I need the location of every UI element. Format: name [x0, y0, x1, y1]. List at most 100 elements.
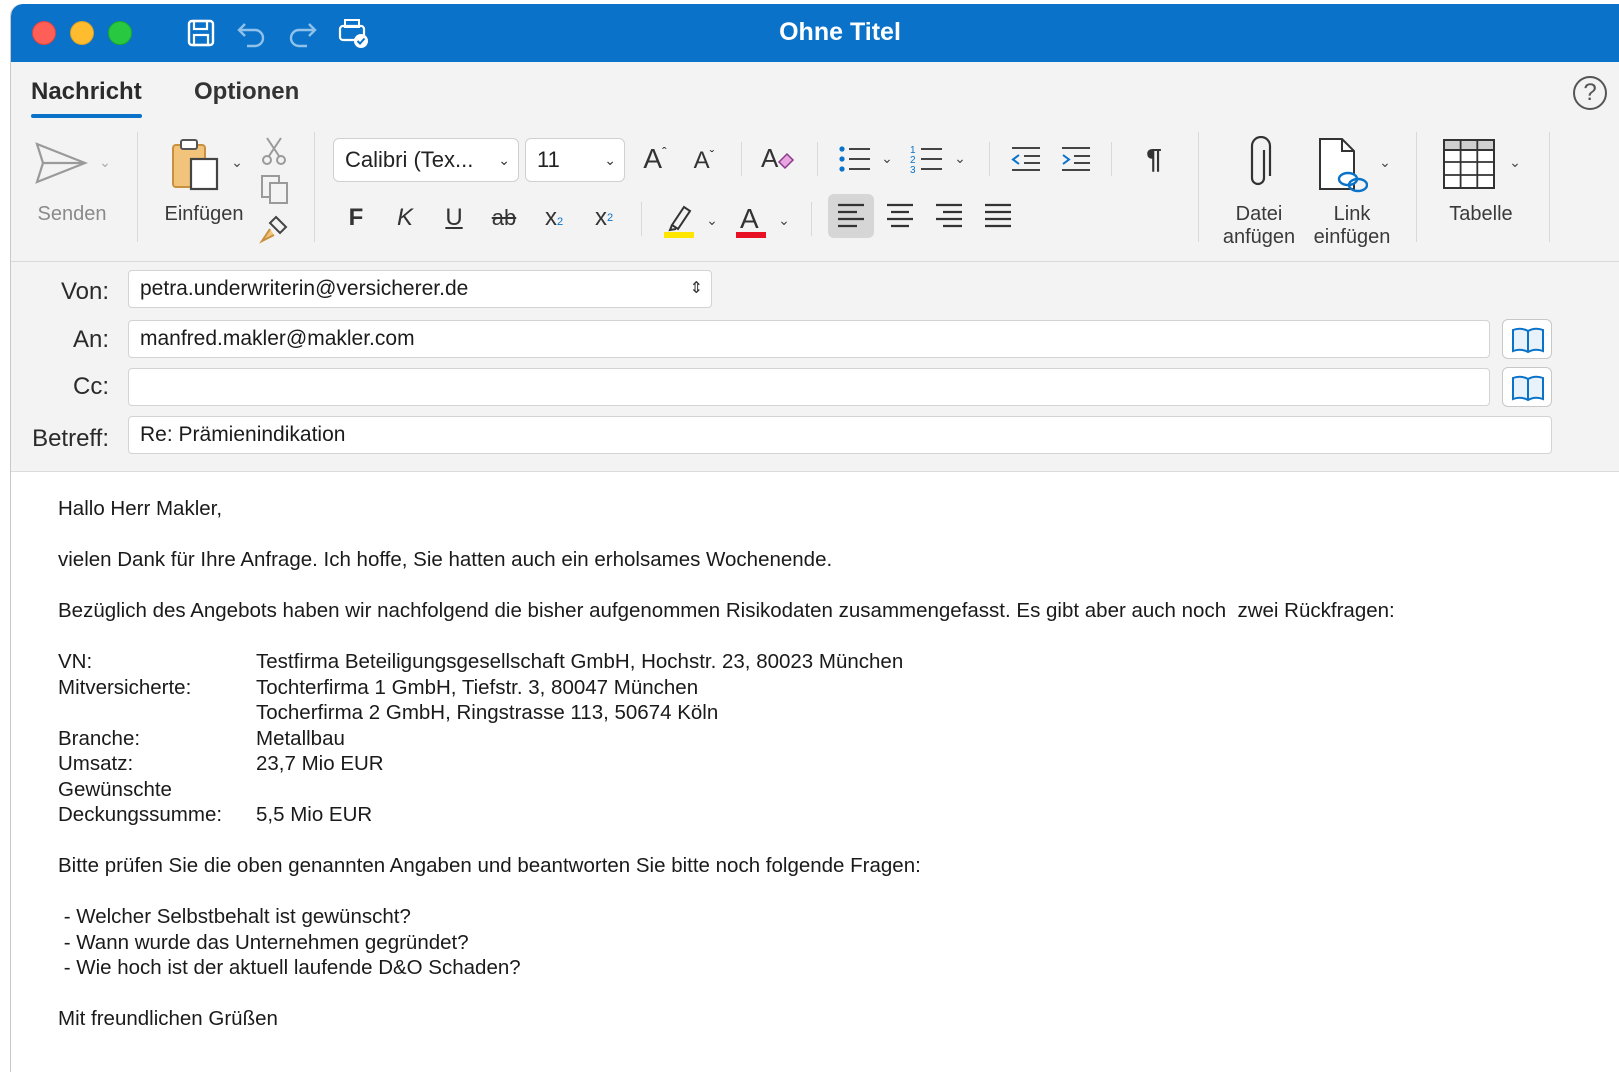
to-field[interactable]: manfred.makler@makler.com [128, 320, 1490, 358]
data-row: Tocherfirma 2 GmbH, Ringstrasse 113, 506… [58, 700, 1598, 726]
cc-address-book-button[interactable] [1502, 367, 1552, 407]
italic-button[interactable]: K [388, 200, 422, 236]
chevron-down-icon[interactable]: ⌄ [952, 150, 968, 166]
superscript-button[interactable]: x2 [587, 200, 621, 236]
message-body[interactable]: Hallo Herr Makler, vielen Dank für Ihre … [58, 496, 1598, 1032]
show-formatting-icon[interactable]: ¶ [1137, 140, 1171, 178]
font-color-icon[interactable]: A [733, 200, 769, 240]
increase-indent-icon[interactable] [1057, 142, 1093, 176]
chevron-down-icon[interactable]: ⌄ [879, 150, 895, 166]
attach-file-button[interactable]: Datei anfügen [1214, 203, 1304, 249]
send-button-label[interactable]: Senden [26, 203, 118, 226]
paste-button-label[interactable]: Einfügen [159, 203, 249, 226]
data-key: Umsatz: [58, 752, 134, 775]
from-label: Von: [60, 278, 109, 305]
cut-icon[interactable] [259, 136, 289, 166]
copy-icon[interactable] [258, 172, 292, 206]
clear-formatting-icon[interactable]: A [757, 140, 797, 178]
insert-link-label-2: einfügen [1313, 226, 1391, 248]
insert-link-button[interactable]: Link einfügen [1305, 203, 1399, 249]
bold-button[interactable]: F [339, 200, 373, 236]
message-header: Von: petra.underwriterin@versicherer.de … [11, 262, 1619, 472]
align-center-button[interactable] [877, 194, 923, 238]
subject-label: Betreff: [32, 425, 109, 452]
chevron-down-icon[interactable]: ⌄ [704, 212, 720, 228]
tab-nachricht[interactable]: Nachricht [31, 78, 142, 118]
attach-file-label-2: anfügen [1222, 226, 1296, 248]
cc-field[interactable] [128, 368, 1490, 406]
subscript-label: x [544, 204, 557, 231]
bullet-list-icon[interactable] [837, 142, 873, 176]
table-icon[interactable] [1439, 136, 1499, 192]
question-item: - Wie hoch ist der aktuell laufende D&O … [58, 956, 521, 979]
insert-link-label-1: Link [1333, 203, 1371, 225]
chevron-down-icon[interactable]: ⌄ [1377, 154, 1393, 170]
paperclip-icon[interactable] [1239, 134, 1279, 196]
chevron-down-icon[interactable]: ⌄ [776, 212, 792, 228]
table-button-label[interactable]: Tabelle [1431, 203, 1531, 226]
data-value: 23,7 Mio EUR [256, 752, 384, 775]
to-label: An: [72, 326, 109, 353]
closing: Mit freundlichen Grüßen [58, 1007, 278, 1030]
data-value: Tocherfirma 2 GmbH, Ringstrasse 113, 506… [256, 701, 719, 724]
paste-chevron-icon[interactable]: ⌄ [229, 154, 245, 170]
font-family-value: Calibri (Tex... [345, 147, 474, 172]
svg-text:A: A [761, 143, 779, 173]
data-key: VN: [58, 650, 93, 673]
strikethrough-button[interactable]: ab [487, 200, 521, 236]
highlight-icon[interactable] [661, 200, 697, 240]
ribbon-divider [811, 202, 812, 236]
window-title: Ohne Titel [779, 18, 901, 46]
ribbon-divider [641, 202, 642, 236]
svg-text:3: 3 [910, 165, 916, 174]
data-key: Deckungssumme: [58, 803, 223, 826]
data-value: Metallbau [256, 726, 345, 750]
shrink-font-icon[interactable]: Aˇ [686, 142, 722, 180]
chevron-down-icon[interactable]: ⌄ [1507, 154, 1523, 170]
link-icon[interactable] [1313, 134, 1369, 196]
align-left-button[interactable] [828, 194, 874, 238]
justify-button[interactable] [975, 194, 1021, 238]
chevron-down-icon: ⌄ [498, 152, 510, 168]
ribbon-divider [741, 142, 742, 176]
grow-font-icon[interactable]: Aˆ [637, 140, 673, 178]
compose-window: Ohne Titel Nachricht Optionen ? ⌄ Senden… [10, 4, 1619, 1072]
to-address-book-button[interactable] [1502, 319, 1552, 359]
address-book-icon [1512, 375, 1544, 402]
greeting: Hallo Herr Makler, [58, 497, 223, 520]
data-row: VN: Testfirma Beteiligungsgesellschaft Gm… [58, 649, 1598, 675]
data-key: Gewünschte [58, 777, 172, 801]
body-paragraph: vielen Dank für Ihre Anfrage. Ich hoffe,… [58, 548, 833, 571]
address-book-icon [1512, 327, 1544, 354]
data-value: 5,5 Mio EUR [256, 803, 373, 826]
underline-button[interactable]: U [437, 200, 471, 236]
attach-file-label-1: Datei [1235, 203, 1283, 225]
send-icon[interactable] [31, 137, 91, 189]
body-paragraph: Bezüglich des Angebots haben wir nachfol… [58, 599, 1395, 622]
font-family-select[interactable]: Calibri (Tex... ⌄ [333, 138, 519, 182]
ribbon-divider [1416, 132, 1417, 242]
from-select[interactable]: petra.underwriterin@versicherer.de ⇕ [128, 270, 712, 308]
data-value: Tochterfirma 1 GmbH, Tiefstr. 3, 80047 M… [256, 675, 699, 699]
data-key: Mitversicherte: [58, 675, 192, 699]
ribbon-divider [1198, 132, 1199, 242]
superscript-label: x [594, 204, 607, 231]
send-chevron-icon[interactable]: ⌄ [97, 154, 113, 170]
tab-optionen[interactable]: Optionen [194, 78, 299, 106]
format-painter-icon[interactable] [257, 212, 291, 246]
decrease-indent-icon[interactable] [1007, 142, 1043, 176]
subject-field[interactable]: Re: Prämienindikation [128, 416, 1552, 454]
data-value: Testfirma Beteiligungsgesellschaft GmbH,… [256, 650, 904, 673]
subscript-button[interactable]: x2 [537, 200, 571, 236]
help-button[interactable]: ? [1573, 76, 1607, 110]
ribbon: Nachricht Optionen ? ⌄ Senden ⌄ Einfügen… [11, 62, 1619, 262]
align-right-button[interactable] [926, 194, 972, 238]
numbered-list-icon[interactable]: 123 [909, 142, 945, 176]
data-row: Mitversicherte: Tochterfirma 1 GmbH, Tief… [58, 675, 1598, 701]
question-item: - Wann wurde das Unternehmen gegründet? [58, 930, 469, 954]
data-row: Umsatz: 23,7 Mio EUR [58, 751, 1598, 777]
ribbon-divider [1549, 132, 1550, 242]
font-size-select[interactable]: 11 ⌄ [525, 138, 625, 182]
paste-icon[interactable] [166, 136, 226, 196]
ribbon-divider [989, 142, 990, 176]
